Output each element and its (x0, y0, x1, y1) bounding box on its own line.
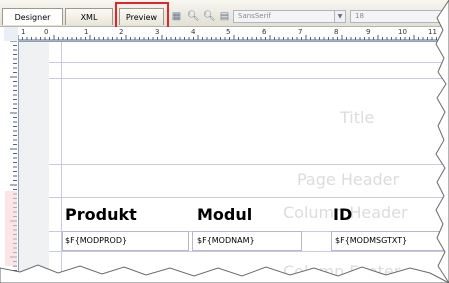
ruler-number: 2 (119, 28, 124, 36)
tab-xml[interactable]: XML (65, 8, 113, 25)
ruler-number: 11 (428, 28, 437, 36)
field-expression-modprod[interactable]: $F{MODPROD} (65, 236, 127, 245)
band-label-title: Title (340, 108, 375, 127)
ruler-number: 5 (226, 28, 231, 36)
column-header-id[interactable]: ID (333, 205, 352, 224)
band-label-page-header: Page Header (297, 170, 400, 189)
ruler-number: 4 (191, 28, 196, 36)
ruler-number: 10 (398, 28, 407, 36)
ruler-number: 8 (334, 28, 339, 36)
ruler-number: 3 (155, 28, 160, 36)
palette-icon[interactable]: ▦ (171, 11, 182, 22)
ruler-number: 1 (21, 28, 26, 36)
report-designer-window: Designer XML Preview ▦ 🔍︎ 🔍︎ ▤ SansSerif… (0, 0, 449, 283)
field-expression-modnam[interactable]: $F{MODNAM} (197, 236, 255, 245)
designer-toolbar: Designer XML Preview ▦ 🔍︎ 🔍︎ ▤ SansSerif… (0, 0, 449, 31)
ruler-number: 7 (298, 28, 303, 36)
left-margin (19, 42, 49, 283)
band-separator[interactable] (49, 251, 449, 252)
font-size-select[interactable]: 18 (350, 10, 449, 23)
zoom-in-icon[interactable]: 🔍︎ (187, 11, 200, 22)
band-separator[interactable] (49, 197, 449, 198)
field-expression-modmsgtxt[interactable]: $F{MODMSGTXT} (335, 236, 407, 245)
ruler-number: 6 (262, 28, 267, 36)
band-label-column-footer: Column Footer (283, 262, 401, 281)
column-header-modul[interactable]: Modul (197, 205, 252, 224)
ruler-number: 1 (84, 28, 89, 36)
ruler-corner (4, 27, 18, 41)
chevron-down-icon[interactable]: ▼ (334, 10, 346, 23)
vertical-ruler[interactable] (4, 41, 19, 283)
zoom-out-icon[interactable]: 🔍︎ (203, 11, 216, 22)
properties-icon[interactable]: ▤ (219, 11, 230, 22)
band-separator[interactable] (49, 164, 449, 165)
tab-designer[interactable]: Designer (2, 8, 63, 25)
font-family-select[interactable]: SansSerif (233, 10, 335, 23)
ruler-number: 0 (44, 28, 49, 36)
horizontal-ruler[interactable] (18, 27, 449, 42)
band-separator[interactable] (49, 62, 449, 63)
column-header-produkt[interactable]: Produkt (65, 205, 137, 224)
band-separator[interactable] (49, 78, 449, 79)
ruler-number: 9 (366, 28, 371, 36)
